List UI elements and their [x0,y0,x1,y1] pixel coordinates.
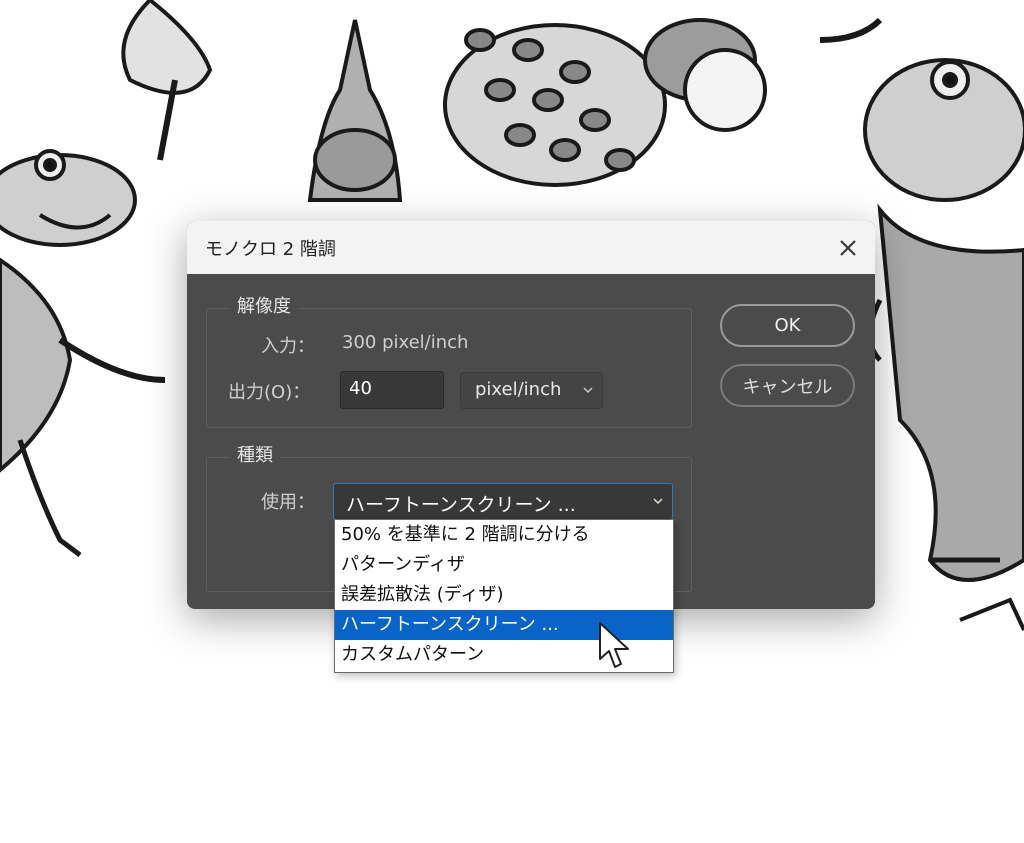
unit-select-value: pixel/inch [475,379,562,400]
option-pattern-dither[interactable]: パターンディザ [335,550,673,580]
input-resolution-label: 入力： [261,336,315,357]
resolution-group [206,308,692,428]
dialog-titlebar: モノクロ 2 階調 [187,221,875,274]
chevron-down-icon [653,498,663,505]
type-legend: 種類 [229,441,281,467]
option-diffusion-dither[interactable]: 誤差拡散法 (ディザ) [335,580,673,610]
type-select-value: ハーフトーンスクリーン ... [346,494,576,516]
chevron-down-icon [583,387,593,394]
resolution-legend: 解像度 [229,292,299,318]
mouse-pointer-icon [599,622,629,668]
unit-select[interactable]: pixel/inch [460,372,603,409]
output-resolution-input[interactable]: 40 [340,371,444,409]
dialog-title: モノクロ 2 階調 [205,239,336,260]
option-50-percent-threshold[interactable]: 50% を基準に 2 階調に分ける [335,520,673,550]
cancel-button[interactable]: キャンセル [720,364,855,407]
type-select[interactable]: ハーフトーンスクリーン ... [333,483,673,520]
close-icon [840,240,856,256]
input-resolution-value: 300 pixel/inch [342,332,469,353]
use-label: 使用： [261,492,315,513]
close-button[interactable] [831,231,865,265]
output-resolution-label: 出力(O)： [228,382,311,403]
ok-button[interactable]: OK [720,304,855,347]
